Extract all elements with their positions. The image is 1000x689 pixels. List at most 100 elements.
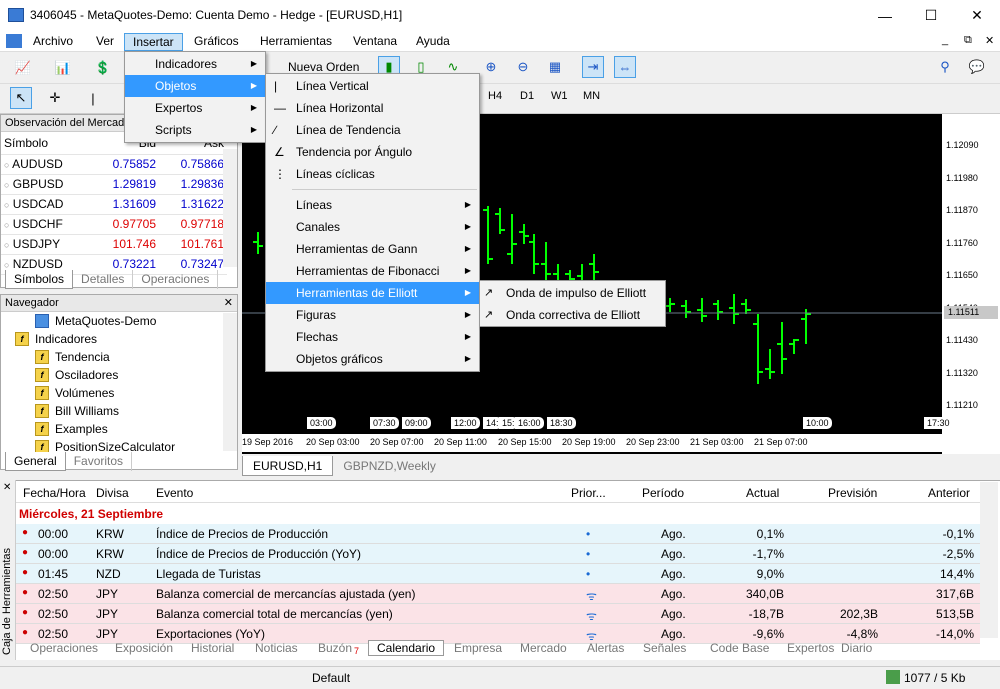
toolbox-tab[interactable]: Historial: [191, 641, 234, 655]
crosshair-icon[interactable]: ✛: [44, 87, 66, 109]
toolbox-tab[interactable]: Señales: [643, 641, 686, 655]
toolbox-tab[interactable]: Noticias: [255, 641, 298, 655]
objects-menu-item[interactable]: Herramientas de Fibonacci ▶: [266, 260, 479, 282]
col-prioridad[interactable]: Prior...: [571, 486, 606, 500]
tf-w1[interactable]: W1: [551, 90, 568, 102]
calendar-row[interactable]: ● 00:00 KRW Índice de Precios de Producción…: [16, 524, 980, 544]
tab-operaciones[interactable]: Operaciones: [133, 270, 219, 289]
insert-menu-scripts[interactable]: Scripts ▶: [125, 119, 265, 141]
child-restore[interactable]: ⧉: [964, 34, 972, 47]
cursor-icon[interactable]: ↖: [10, 87, 32, 109]
nav-item-bill-williams[interactable]: f Bill Williams: [35, 404, 119, 418]
market-watch-row[interactable]: ○ USDCAD 1.31609 1.31622: [1, 194, 227, 215]
nav-item-indicators[interactable]: f Indicadores: [15, 332, 97, 346]
menu-graficos[interactable]: Gráficos: [186, 33, 247, 51]
nav-item-osciladores[interactable]: f Osciladores: [35, 368, 118, 382]
toolbox-tab[interactable]: Buzón: [318, 641, 352, 655]
objects-menu-item[interactable]: ⋮ Líneas cíclicas: [266, 163, 479, 185]
col-fecha[interactable]: Fecha/Hora: [23, 486, 86, 500]
zoom-out-icon[interactable]: ⊖: [512, 56, 534, 78]
tab-favoritos[interactable]: Favoritos: [66, 452, 133, 471]
menu-herramientas[interactable]: Herramientas: [252, 33, 340, 51]
objects-menu-item[interactable]: Herramientas de Elliott ▶: [266, 282, 479, 304]
new-chart-icon[interactable]: 📈: [12, 57, 34, 79]
navigator-close-icon[interactable]: ✕: [224, 296, 233, 309]
col-periodo[interactable]: Período: [642, 486, 684, 500]
minimize-button[interactable]: —: [862, 0, 908, 31]
menu-archivo[interactable]: Archivo: [25, 33, 81, 51]
toolbox-close-icon[interactable]: ✕: [3, 482, 11, 493]
nav-item-examples[interactable]: f Examples: [35, 422, 108, 436]
calendar-row[interactable]: ● 02:50 JPY Balanza comercial de mercancías…: [16, 584, 980, 604]
child-minimize[interactable]: _: [942, 34, 948, 46]
calendar-scrollbar[interactable]: [980, 482, 998, 638]
tf-h4[interactable]: H4: [488, 90, 502, 102]
search-icon[interactable]: ⚲: [934, 56, 956, 78]
market-watch-scrollbar[interactable]: [223, 149, 237, 267]
insert-menu-indicadores[interactable]: Indicadores ▶: [125, 53, 265, 75]
menu-ver[interactable]: Ver: [88, 33, 122, 51]
col-symbol[interactable]: Símbolo: [1, 132, 92, 155]
vertical-line-icon[interactable]: |: [82, 87, 104, 109]
autoscroll-icon[interactable]: ⇥: [582, 56, 604, 78]
tile-windows-icon[interactable]: ▦: [544, 56, 566, 78]
toolbox-tab[interactable]: Empresa: [454, 641, 502, 655]
maximize-button[interactable]: ☐: [908, 0, 954, 31]
elliott-impulse[interactable]: ↗ Onda de impulso de Elliott: [480, 282, 665, 304]
chart-shift-icon[interactable]: ⇔: [614, 56, 636, 78]
new-order-button[interactable]: Nueva Orden: [288, 60, 359, 74]
chart-tab-gbpnzd[interactable]: GBPNZD,Weekly: [333, 456, 445, 476]
chart-tab-eurusd[interactable]: EURUSD,H1: [242, 456, 334, 476]
objects-menu-item[interactable]: ∕ Línea de Tendencia: [266, 119, 479, 141]
toolbox-tab[interactable]: Operaciones: [30, 641, 98, 655]
objects-menu-item[interactable]: Objetos gráficos ▶: [266, 348, 479, 370]
market-watch-icon[interactable]: 💲: [92, 57, 114, 79]
close-button[interactable]: ✕: [954, 0, 1000, 31]
nav-item-tendencia[interactable]: f Tendencia: [35, 350, 110, 364]
toolbox-tab[interactable]: Diario: [841, 641, 872, 655]
toolbox-tab[interactable]: Alertas: [587, 641, 624, 655]
objects-menu-item[interactable]: Flechas ▶: [266, 326, 479, 348]
col-actual[interactable]: Actual: [746, 486, 779, 500]
tf-mn[interactable]: MN: [583, 90, 600, 102]
elliott-corrective[interactable]: ↗ Onda correctiva de Elliott: [480, 304, 665, 326]
col-evento[interactable]: Evento: [156, 486, 193, 500]
market-watch-row[interactable]: ○ USDCHF 0.97705 0.97718: [1, 214, 227, 235]
toolbox-tab[interactable]: Code Base: [710, 641, 769, 655]
col-anterior[interactable]: Anterior: [928, 486, 970, 500]
toolbox-tab[interactable]: Exposición: [115, 641, 173, 655]
calendar-row[interactable]: ● 02:50 JPY Balanza comercial total de merc…: [16, 604, 980, 624]
objects-menu-item[interactable]: ∠ Tendencia por Ángulo: [266, 141, 479, 163]
calendar-row[interactable]: ● 00:00 KRW Índice de Precios de Producción…: [16, 544, 980, 564]
objects-menu-item[interactable]: Líneas ▶: [266, 194, 479, 216]
menu-insertar[interactable]: Insertar: [124, 33, 183, 51]
tf-d1[interactable]: D1: [520, 90, 534, 102]
menu-ayuda[interactable]: Ayuda: [408, 33, 458, 51]
insert-menu-objetos[interactable]: Objetos ▶: [125, 75, 265, 97]
market-watch-row[interactable]: ○ AUDUSD 0.75852 0.75866: [1, 154, 227, 175]
market-watch-row[interactable]: ○ GBPUSD 1.29819 1.29836: [1, 174, 227, 195]
app-menu-icon[interactable]: [6, 34, 22, 48]
navigator-scrollbar[interactable]: [223, 313, 237, 451]
chat-icon[interactable]: 💬: [966, 56, 988, 78]
toolbox-tab[interactable]: Calendario: [368, 640, 445, 656]
profiles-icon[interactable]: 📊: [52, 57, 74, 79]
objects-menu-item[interactable]: | Línea Vertical: [266, 75, 479, 97]
nav-item-account[interactable]: MetaQuotes-Demo: [35, 314, 156, 328]
tab-general[interactable]: General: [5, 452, 66, 471]
child-close[interactable]: ✕: [985, 34, 994, 47]
tab-simbolos[interactable]: Símbolos: [5, 270, 74, 289]
zoom-in-icon[interactable]: ⊕: [480, 56, 502, 78]
menu-ventana[interactable]: Ventana: [345, 33, 405, 51]
objects-menu-item[interactable]: — Línea Horizontal: [266, 97, 479, 119]
market-watch-row[interactable]: ○ USDJPY 101.746 101.761: [1, 234, 227, 255]
tab-detalles[interactable]: Detalles: [73, 270, 134, 289]
col-prevision[interactable]: Previsión: [828, 486, 877, 500]
objects-menu-item[interactable]: Herramientas de Gann ▶: [266, 238, 479, 260]
toolbox-tab[interactable]: Mercado: [520, 641, 567, 655]
nav-item-volumenes[interactable]: f Volúmenes: [35, 386, 114, 400]
calendar-row[interactable]: ● 01:45 NZD Llegada de Turistas • Ago. 9,0% 14,…: [16, 564, 980, 584]
col-divisa[interactable]: Divisa: [96, 486, 129, 500]
objects-menu-item[interactable]: Figuras ▶: [266, 304, 479, 326]
toolbox-tab[interactable]: Expertos: [787, 641, 834, 655]
